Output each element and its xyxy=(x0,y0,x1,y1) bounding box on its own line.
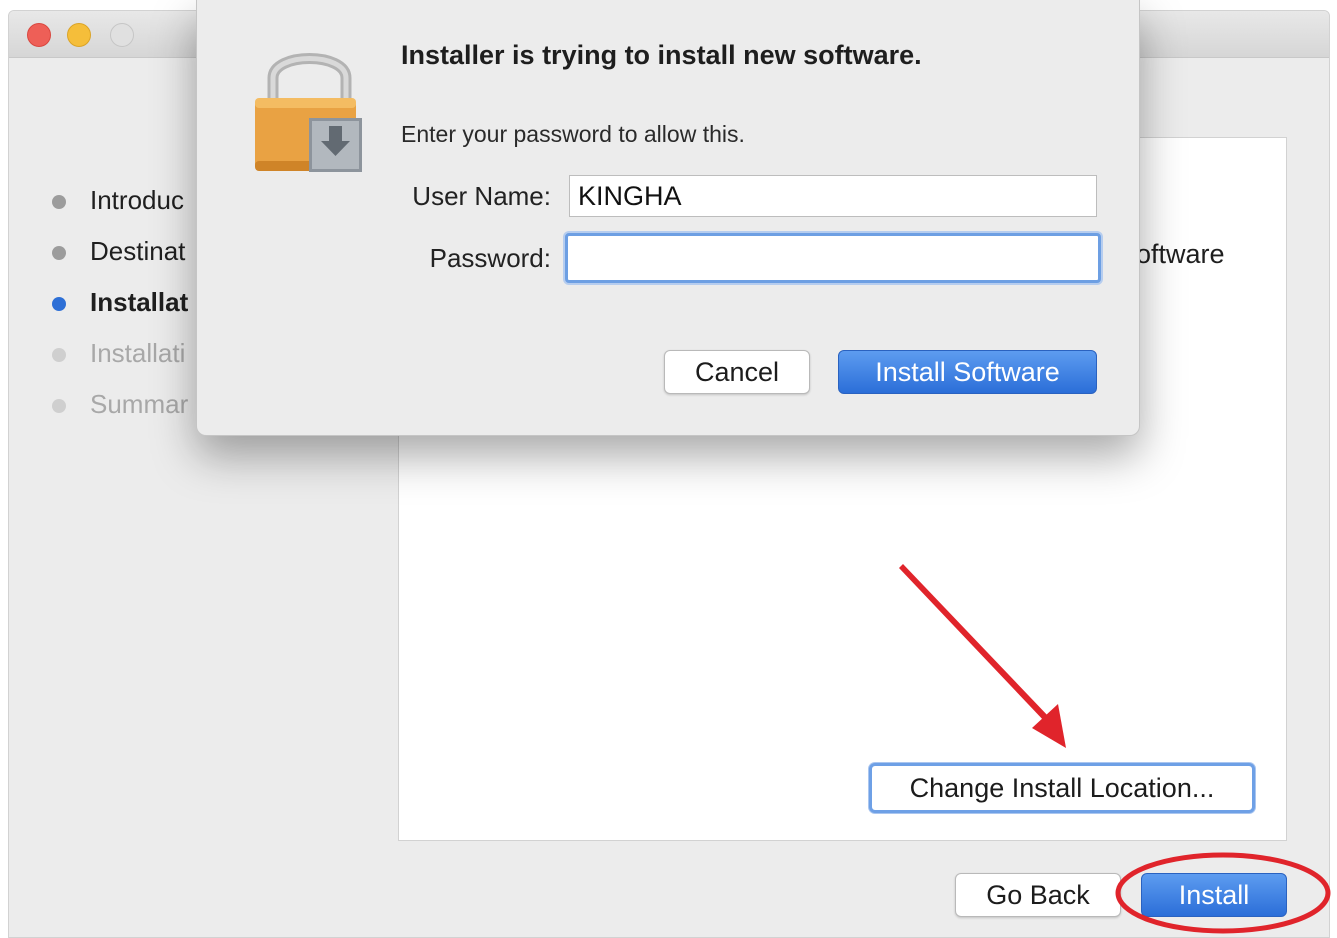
step-bullet-icon xyxy=(52,195,66,209)
minimize-window-button[interactable] xyxy=(67,23,91,47)
padlock-installer-icon xyxy=(255,53,362,172)
step-summary: Summar xyxy=(49,387,188,438)
step-introduction: Introduc xyxy=(49,183,188,234)
install-button[interactable]: Install xyxy=(1141,873,1287,917)
step-bullet-icon xyxy=(52,246,66,260)
dialog-message: Enter your password to allow this. xyxy=(401,121,745,147)
step-label: Introduc xyxy=(90,185,184,215)
step-bullet-icon xyxy=(52,399,66,413)
step-installation: Installati xyxy=(49,336,188,387)
cancel-button[interactable]: Cancel xyxy=(664,350,810,394)
step-bullet-icon xyxy=(52,348,66,362)
go-back-button[interactable]: Go Back xyxy=(955,873,1121,917)
step-label: Installati xyxy=(90,338,186,368)
step-destination: Destinat xyxy=(49,234,188,285)
dialog-title: Installer is trying to install new softw… xyxy=(401,40,922,70)
step-current-bullet-icon xyxy=(52,297,66,311)
pane-description-text: oftware xyxy=(1136,239,1225,269)
install-software-button[interactable]: Install Software xyxy=(838,350,1097,394)
password-field[interactable] xyxy=(565,233,1101,283)
zoom-window-button[interactable] xyxy=(110,23,134,47)
change-install-location-button[interactable]: Change Install Location... xyxy=(869,763,1255,813)
authentication-dialog: Installer is trying to install new softw… xyxy=(196,0,1140,436)
step-label: Summar xyxy=(90,389,189,419)
step-label: Installat xyxy=(90,287,189,317)
username-field[interactable] xyxy=(569,175,1097,217)
step-installation-type: Installat xyxy=(49,285,188,336)
step-label: Destinat xyxy=(90,236,186,266)
username-label: User Name: xyxy=(412,181,551,211)
installer-steps: Introduc Destinat Installat Installati S… xyxy=(49,183,188,438)
password-label: Password: xyxy=(429,243,551,273)
close-window-button[interactable] xyxy=(27,23,51,47)
